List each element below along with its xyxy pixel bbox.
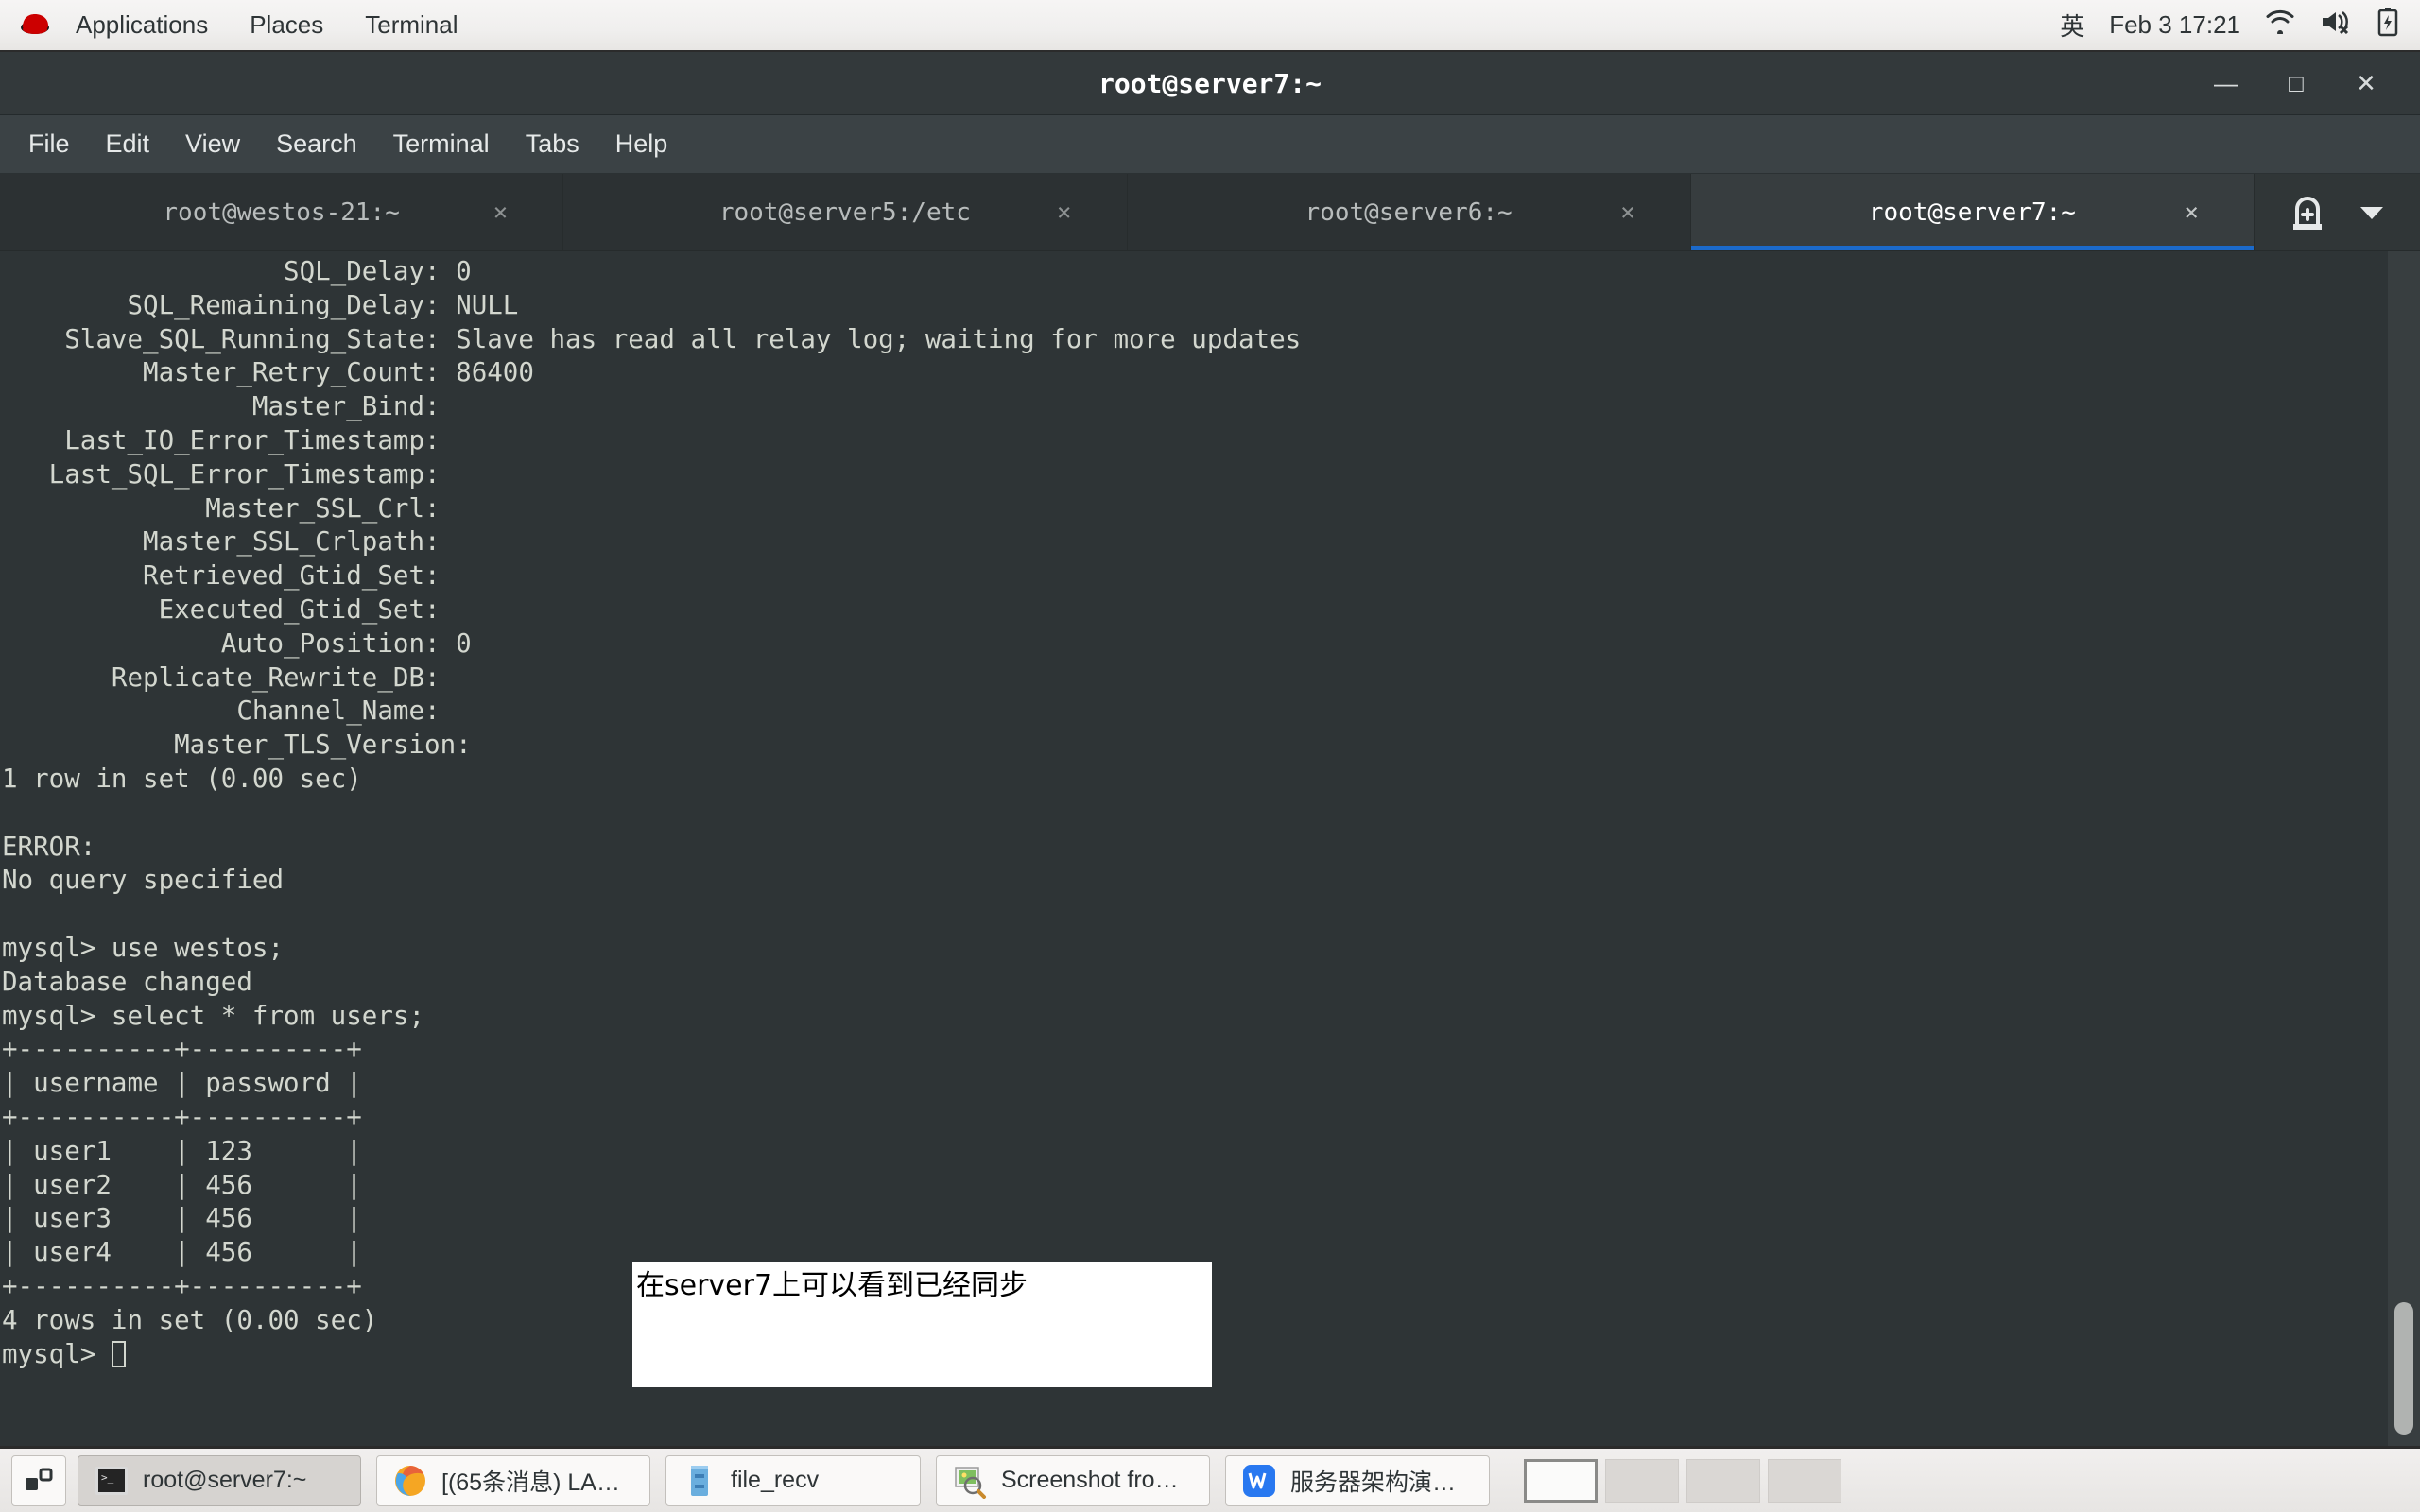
terminal-output-area[interactable]: SQL_Delay: 0 SQL_Remaining_Delay: NULL S… — [0, 251, 2420, 1446]
menu-terminal[interactable]: Terminal — [378, 122, 505, 166]
menu-applications[interactable]: Applications — [55, 5, 229, 45]
gnome-top-panel: Applications Places Terminal 英 Feb 3 17:… — [0, 0, 2420, 52]
taskbar-item-label: Screenshot from 2022-... — [1001, 1467, 1194, 1493]
terminal-cursor — [111, 1340, 126, 1367]
taskbar-item-label: [(65条消息) LAMP架构:... — [441, 1469, 634, 1496]
menu-edit[interactable]: Edit — [91, 122, 165, 166]
menu-search[interactable]: Search — [261, 122, 372, 166]
menu-file[interactable]: File — [13, 122, 85, 166]
taskbar-item-screenshot[interactable]: Screenshot from 2022-... — [936, 1454, 1210, 1506]
vertical-scrollbar[interactable] — [2388, 251, 2420, 1446]
taskbar-item-file-recv[interactable]: file_recv — [666, 1454, 921, 1506]
workspace-3[interactable] — [1686, 1458, 1760, 1503]
bottom-taskbar: >_ root@server7:~ [(65条消息) LAMP架构:... — [0, 1446, 2420, 1512]
tab-close-icon[interactable]: × — [1057, 198, 1072, 227]
wifi-icon[interactable] — [2265, 9, 2295, 41]
taskbar-item-terminal[interactable]: >_ root@server7:~ — [78, 1454, 361, 1506]
taskbar-item-firefox[interactable]: [(65条消息) LAMP架构:... — [376, 1454, 650, 1506]
menu-help[interactable]: Help — [600, 122, 683, 166]
taskbar-item-wps[interactable]: 服务器架构演变.pptx - ... — [1225, 1454, 1490, 1506]
firefox-icon — [392, 1463, 428, 1499]
chevron-down-icon[interactable] — [2358, 203, 2386, 222]
taskbar-item-label: 服务器架构演变.pptx - ... — [1290, 1469, 1474, 1496]
menu-places[interactable]: Places — [229, 5, 344, 45]
terminal-scrollback: SQL_Delay: 0 SQL_Remaining_Delay: NULL S… — [2, 256, 1302, 1335]
terminal-text: SQL_Delay: 0 SQL_Remaining_Delay: NULL S… — [0, 251, 1301, 1371]
input-method-indicator[interactable]: 英 — [2060, 8, 2084, 43]
menu-bar: File Edit View Search Terminal Tabs Help — [0, 115, 2420, 174]
annotation-note: 在server7上可以看到已经同步 — [632, 1262, 1212, 1387]
new-tab-icon[interactable] — [2290, 194, 2325, 232]
page-title: root@server7:~ — [1098, 67, 1322, 99]
tab-label: root@westos-21:~ — [163, 198, 400, 227]
clock[interactable]: Feb 3 17:21 — [2109, 10, 2240, 40]
tab-close-icon[interactable]: × — [493, 198, 509, 227]
workspace-switcher — [1524, 1458, 1841, 1503]
menu-tabs[interactable]: Tabs — [510, 122, 595, 166]
image-viewer-icon — [952, 1463, 988, 1499]
close-button[interactable]: ✕ — [2350, 67, 2382, 99]
tab-bar: root@westos-21:~ × root@server5:/etc × r… — [0, 174, 2420, 251]
tab-close-icon[interactable]: × — [1620, 198, 1635, 227]
file-manager-icon — [682, 1463, 717, 1499]
workspace-2[interactable] — [1605, 1458, 1679, 1503]
tab-westos-21[interactable]: root@westos-21:~ × — [0, 174, 564, 250]
svg-text:>_: >_ — [101, 1471, 114, 1484]
wps-icon — [1241, 1463, 1277, 1499]
scrollbar-thumb[interactable] — [2394, 1302, 2413, 1435]
tab-label: root@server5:/etc — [718, 198, 971, 227]
tab-server6[interactable]: root@server6:~ × — [1127, 174, 1691, 250]
redhat-logo — [17, 11, 53, 40]
menu-terminal[interactable]: Terminal — [344, 5, 478, 45]
tab-label: root@server7:~ — [1868, 198, 2076, 227]
window-title-bar[interactable]: root@server7:~ — □ ✕ — [0, 52, 2420, 115]
menu-view[interactable]: View — [170, 122, 255, 166]
taskbar-item-label: root@server7:~ — [143, 1467, 307, 1493]
tab-server5-etc[interactable]: root@server5:/etc × — [563, 174, 1128, 250]
taskbar-items: >_ root@server7:~ [(65条消息) LAMP架构:... — [78, 1454, 1490, 1506]
tab-server7[interactable]: root@server7:~ × — [1690, 174, 2255, 250]
volume-muted-icon[interactable] — [2320, 9, 2352, 41]
minimize-button[interactable]: — — [2210, 67, 2242, 99]
tab-bar-tools — [2255, 174, 2420, 250]
tab-close-icon[interactable]: × — [2184, 198, 2199, 227]
maximize-button[interactable]: □ — [2280, 67, 2312, 99]
tab-label: root@server6:~ — [1305, 198, 1512, 227]
top-panel-left: Applications Places Terminal — [0, 5, 479, 45]
terminal-icon: >_ — [94, 1463, 130, 1499]
annotation-text: 在server7上可以看到已经同步 — [636, 1269, 1028, 1302]
top-panel-right: 英 Feb 3 17:21 — [2060, 7, 2420, 43]
terminal-window: root@server7:~ — □ ✕ File Edit View Sear… — [0, 52, 2420, 1446]
show-desktop-icon[interactable] — [11, 1454, 66, 1506]
taskbar-item-label: file_recv — [731, 1467, 820, 1493]
battery-charging-icon[interactable] — [2377, 7, 2399, 43]
window-controls: — □ ✕ — [2210, 67, 2420, 99]
workspace-4[interactable] — [1768, 1458, 1841, 1503]
workspace-1[interactable] — [1524, 1458, 1598, 1503]
terminal-prompt: mysql> — [2, 1338, 112, 1369]
